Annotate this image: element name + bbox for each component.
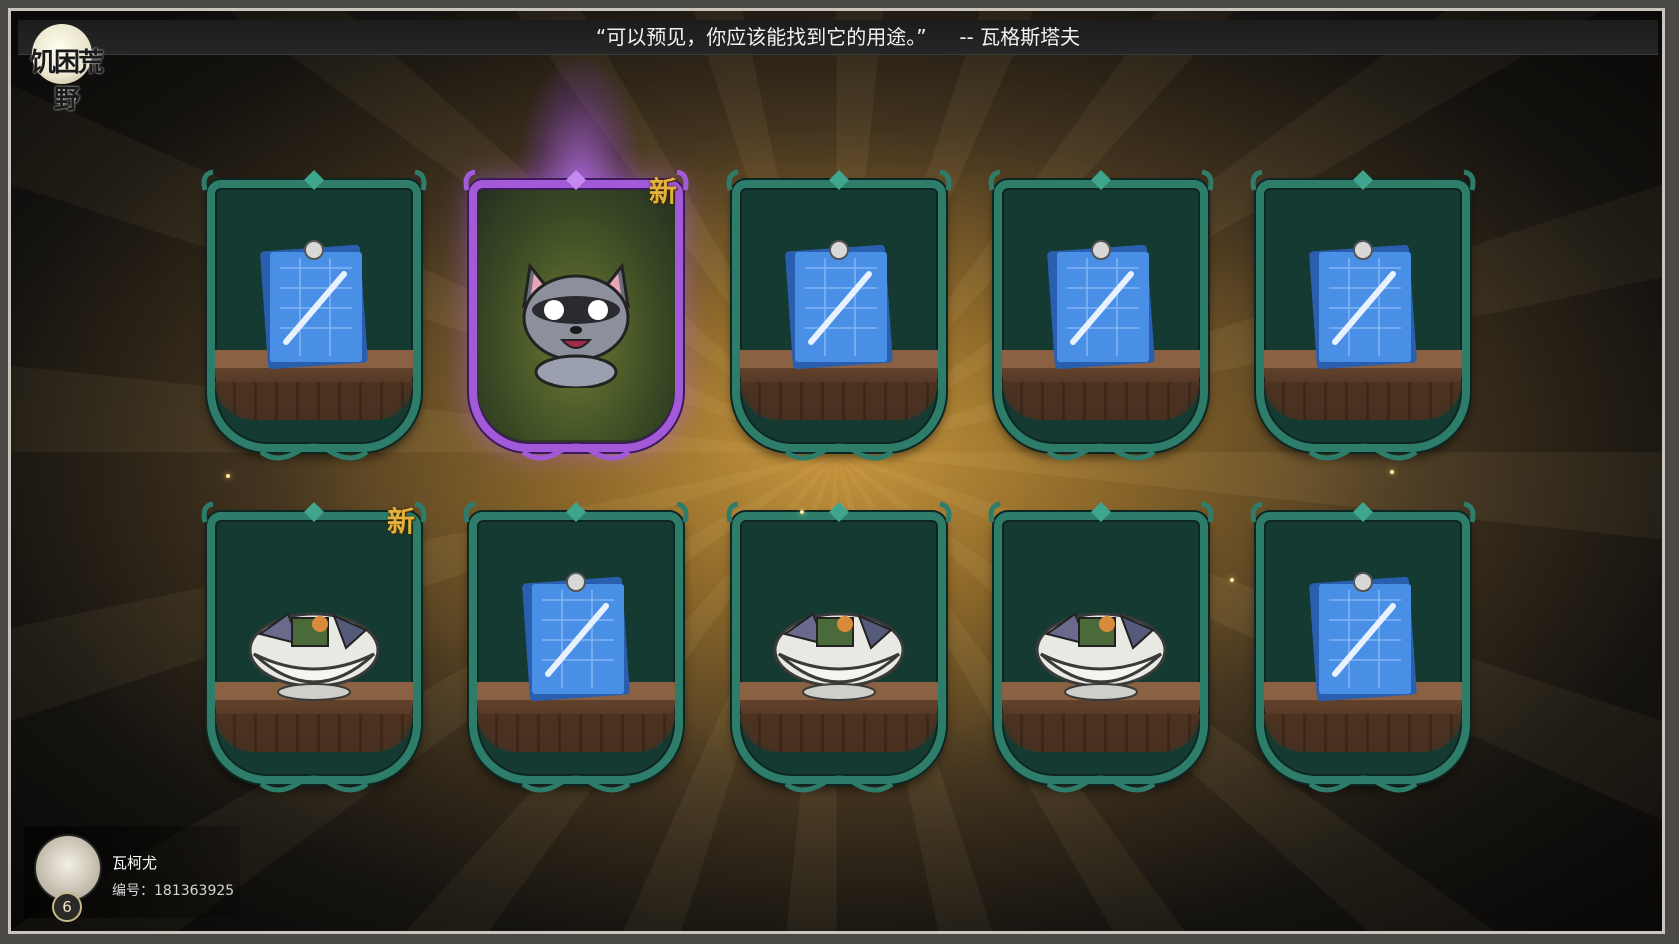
card-ornament-bottom xyxy=(784,775,894,793)
sparkle xyxy=(1230,578,1234,582)
screen-frame xyxy=(0,0,1679,944)
item-card[interactable] xyxy=(722,168,956,468)
item-card[interactable] xyxy=(984,500,1218,800)
card-ornament-bottom xyxy=(784,443,894,461)
quote-bar: “可以预见，你应该能找到它的用途。” -- 瓦格斯塔夫 xyxy=(18,20,1658,55)
shelf-planks xyxy=(1264,714,1462,752)
blueprint-icon xyxy=(260,240,368,370)
card-ornament-bottom xyxy=(259,443,369,461)
user-level: 6 xyxy=(52,892,82,922)
user-id: 编号：181363925 xyxy=(112,883,235,899)
shelf-planks xyxy=(1264,382,1462,420)
blueprint-icon xyxy=(1309,240,1417,370)
card-ornament-top xyxy=(726,169,952,191)
new-badge: 新 xyxy=(387,505,416,538)
card-ornament-bottom xyxy=(1308,443,1418,461)
sparkle xyxy=(800,510,804,514)
user-name: 瓦柯尤 xyxy=(112,854,158,872)
blueprint-icon xyxy=(522,572,630,702)
quote-author: -- 瓦格斯塔夫 xyxy=(959,25,1081,49)
card-ornament-bottom xyxy=(521,443,631,461)
item-card[interactable] xyxy=(984,168,1218,468)
card-ornament-top xyxy=(726,501,952,523)
quote-text: “可以预见，你应该能找到它的用途。” -- 瓦格斯塔夫 xyxy=(18,20,1658,54)
blueprint-icon xyxy=(1047,240,1155,370)
item-card[interactable] xyxy=(459,500,693,800)
new-badge: 新 xyxy=(649,175,678,208)
card-ornament-top xyxy=(988,501,1214,523)
shelf-planks xyxy=(1002,382,1200,420)
quote: “可以预见，你应该能找到它的用途。” xyxy=(595,25,927,49)
bundle-icon xyxy=(248,612,380,701)
sparkle xyxy=(226,474,230,478)
logo-title: 饥困荒野 xyxy=(29,48,104,115)
bundle-icon xyxy=(773,612,905,701)
card-ornament-top xyxy=(988,169,1214,191)
item-card-rare[interactable]: 新 xyxy=(459,168,693,468)
item-card[interactable] xyxy=(1246,168,1480,468)
card-ornament-top xyxy=(201,169,427,191)
item-card[interactable]: 新 xyxy=(197,500,431,800)
card-ornament-bottom xyxy=(1308,775,1418,793)
card-ornament-bottom xyxy=(1046,775,1156,793)
bundle-icon xyxy=(1035,612,1167,701)
shelf-planks xyxy=(477,714,675,752)
item-card[interactable] xyxy=(197,168,431,468)
blueprint-icon xyxy=(1309,572,1417,702)
sparkle xyxy=(1390,470,1394,474)
shelf-planks xyxy=(215,382,413,420)
shelf-planks xyxy=(740,382,938,420)
avatar[interactable]: 6 xyxy=(30,826,102,922)
card-ornament-bottom xyxy=(259,775,369,793)
card-ornament-top xyxy=(1250,501,1476,523)
card-ornament-bottom xyxy=(521,775,631,793)
item-card[interactable] xyxy=(722,500,956,800)
blueprint-icon xyxy=(785,240,893,370)
item-card[interactable] xyxy=(1246,500,1480,800)
game-logo: 饥困荒野 xyxy=(22,22,110,115)
raccoon-icon xyxy=(522,262,630,388)
card-ornament-bottom xyxy=(1046,443,1156,461)
card-ornament-top xyxy=(463,501,689,523)
card-ornament-top xyxy=(1250,169,1476,191)
